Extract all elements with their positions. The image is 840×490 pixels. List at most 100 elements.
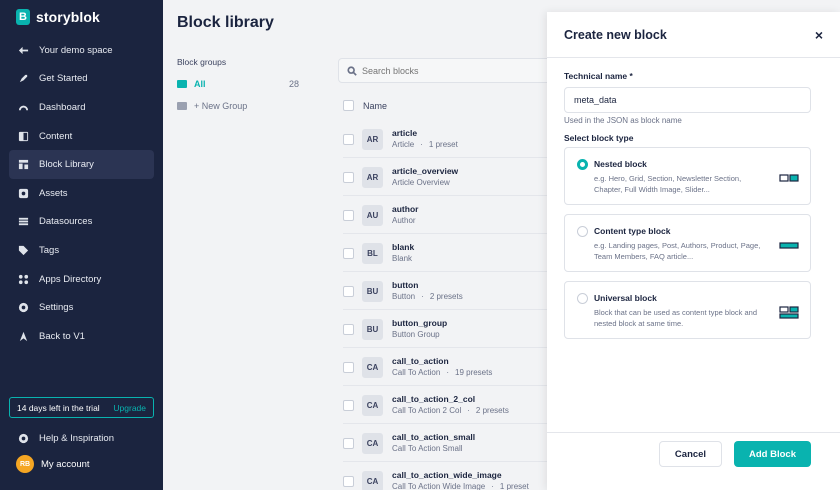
add-block-button[interactable]: Add Block <box>734 441 811 467</box>
block-name: call_to_action <box>392 356 449 366</box>
sidebar-item-get-started[interactable]: Get Started <box>0 65 163 94</box>
sidebar-item-assets[interactable]: Assets <box>0 179 163 208</box>
row-checkbox[interactable] <box>343 399 354 411</box>
block-badge: BU <box>362 280 383 302</box>
nested-block-radio[interactable] <box>577 159 588 170</box>
block-type-label: Select block type <box>564 133 634 143</box>
block-badge: CA <box>362 356 383 378</box>
upgrade-link[interactable]: Upgrade <box>113 403 146 413</box>
block-name: button_group <box>392 318 448 328</box>
block-info: call_to_action_2_col Call To Action 2 Co… <box>392 394 509 415</box>
logo[interactable]: B storyblok <box>0 0 163 34</box>
sidebar-item-settings[interactable]: Settings <box>0 293 163 322</box>
search-input[interactable] <box>362 65 562 76</box>
sidebar-item-apps-directory[interactable]: Apps Directory <box>0 265 163 294</box>
sidebar-item-block-library[interactable]: Block Library <box>9 150 154 179</box>
row-checkbox[interactable] <box>343 437 354 449</box>
create-block-modal: Create new block × Technical name * Used… <box>547 12 840 490</box>
sidebar-item-label: Datasources <box>39 216 93 228</box>
sidebar-item-label: Content <box>39 130 73 142</box>
block-badge: CA <box>362 470 383 490</box>
sidebar-item-tags[interactable]: Tags <box>0 236 163 265</box>
option-title: Nested block <box>594 159 647 169</box>
column-name: Name <box>363 100 388 111</box>
trial-text: 14 days left in the trial <box>17 402 100 413</box>
block-badge: AU <box>362 204 383 226</box>
cancel-button[interactable]: Cancel <box>659 441 722 467</box>
row-checkbox[interactable] <box>343 285 354 297</box>
block-presets: 1 preset <box>499 482 529 490</box>
block-info: call_to_action_wide_image Call To Action… <box>392 470 529 490</box>
folder-icon <box>177 102 187 110</box>
block-badge: AR <box>362 166 383 188</box>
new-group-button[interactable]: + New Group <box>177 101 299 111</box>
block-presets: 19 presets <box>455 368 493 377</box>
close-icon[interactable]: × <box>815 27 823 43</box>
option-desc: e.g. Hero, Grid, Section, Newsletter Sec… <box>594 174 742 194</box>
sidebar-item-content[interactable]: Content <box>0 122 163 151</box>
block-name: article <box>392 128 418 138</box>
sidebar-item-back-to-v1[interactable]: Back to V1 <box>0 322 163 351</box>
sidebar-item-help[interactable]: Help & Inspiration <box>0 424 163 453</box>
sidebar-nav: Your demo space Get Started Dashboard Co… <box>0 36 163 351</box>
folder-icon <box>177 80 187 88</box>
sidebar-item-label: Tags <box>39 244 60 256</box>
gauge-icon <box>17 101 29 113</box>
row-checkbox[interactable] <box>343 475 354 487</box>
technical-name-label: Technical name * <box>564 71 633 81</box>
asset-icon <box>17 187 29 199</box>
block-badge: CA <box>362 394 383 416</box>
sidebar-item-label: Apps Directory <box>39 273 102 285</box>
logo-text: storyblok <box>36 9 100 25</box>
modal-footer: Cancel Add Block <box>547 432 840 490</box>
account-label: My account <box>41 458 90 470</box>
sidebar-item-label: Settings <box>39 302 74 314</box>
block-display-name: Author <box>392 216 416 225</box>
block-name: article_overview <box>392 166 459 176</box>
tag-icon <box>17 244 29 256</box>
group-label: All <box>194 79 206 89</box>
block-info: article Article · 1 preset <box>392 128 458 149</box>
sidebar-item-dashboard[interactable]: Dashboard <box>0 93 163 122</box>
block-badge: AR <box>362 128 383 150</box>
row-checkbox[interactable] <box>343 209 354 221</box>
sidebar: B storyblok Your demo space Get Started … <box>0 0 163 490</box>
option-title: Content type block <box>594 226 671 236</box>
row-checkbox[interactable] <box>343 247 354 259</box>
option-desc: Block that can be used as content type b… <box>594 308 758 328</box>
row-checkbox[interactable] <box>343 323 354 335</box>
row-checkbox[interactable] <box>343 361 354 373</box>
block-badge: BL <box>362 242 383 264</box>
row-checkbox[interactable] <box>343 133 354 145</box>
sidebar-item-datasources[interactable]: Datasources <box>0 208 163 237</box>
content-type-radio[interactable] <box>577 226 588 237</box>
storyblok-logo-icon: B <box>16 9 30 25</box>
modal-title: Create new block <box>564 27 667 42</box>
row-checkbox[interactable] <box>343 171 354 183</box>
option-universal-block[interactable]: Universal block Block that can be used a… <box>564 281 811 339</box>
group-all[interactable]: All 28 <box>177 79 299 89</box>
page-title: Block library <box>177 14 274 31</box>
block-name: call_to_action_2_col <box>392 394 476 404</box>
search-icon <box>347 65 357 76</box>
option-nested-block[interactable]: Nested block e.g. Hero, Grid, Section, N… <box>564 147 811 205</box>
modal-header: Create new block × <box>547 12 840 58</box>
sidebar-item-label: Assets <box>39 187 68 199</box>
sidebar-item-label: Dashboard <box>39 101 86 113</box>
sidebar-item-label: Block Library <box>39 159 94 171</box>
back-icon <box>17 330 29 342</box>
option-title: Universal block <box>594 293 657 303</box>
technical-name-input[interactable] <box>564 87 811 113</box>
help-section: Help & Inspiration <box>0 424 163 453</box>
option-content-type-block[interactable]: Content type block e.g. Landing pages, P… <box>564 214 811 272</box>
trial-banner: 14 days left in the trial Upgrade <box>9 397 154 418</box>
rocket-icon <box>17 73 29 85</box>
sidebar-item-demo-space[interactable]: Your demo space <box>0 36 163 65</box>
block-presets: 2 presets <box>475 406 509 415</box>
block-info: call_to_action_small Call To Action Smal… <box>392 432 475 454</box>
select-all-checkbox[interactable] <box>343 100 354 111</box>
universal-block-radio[interactable] <box>577 293 588 304</box>
account-menu[interactable]: RB My account <box>0 453 163 475</box>
apps-icon <box>17 273 29 285</box>
block-presets: 2 presets <box>429 292 463 301</box>
